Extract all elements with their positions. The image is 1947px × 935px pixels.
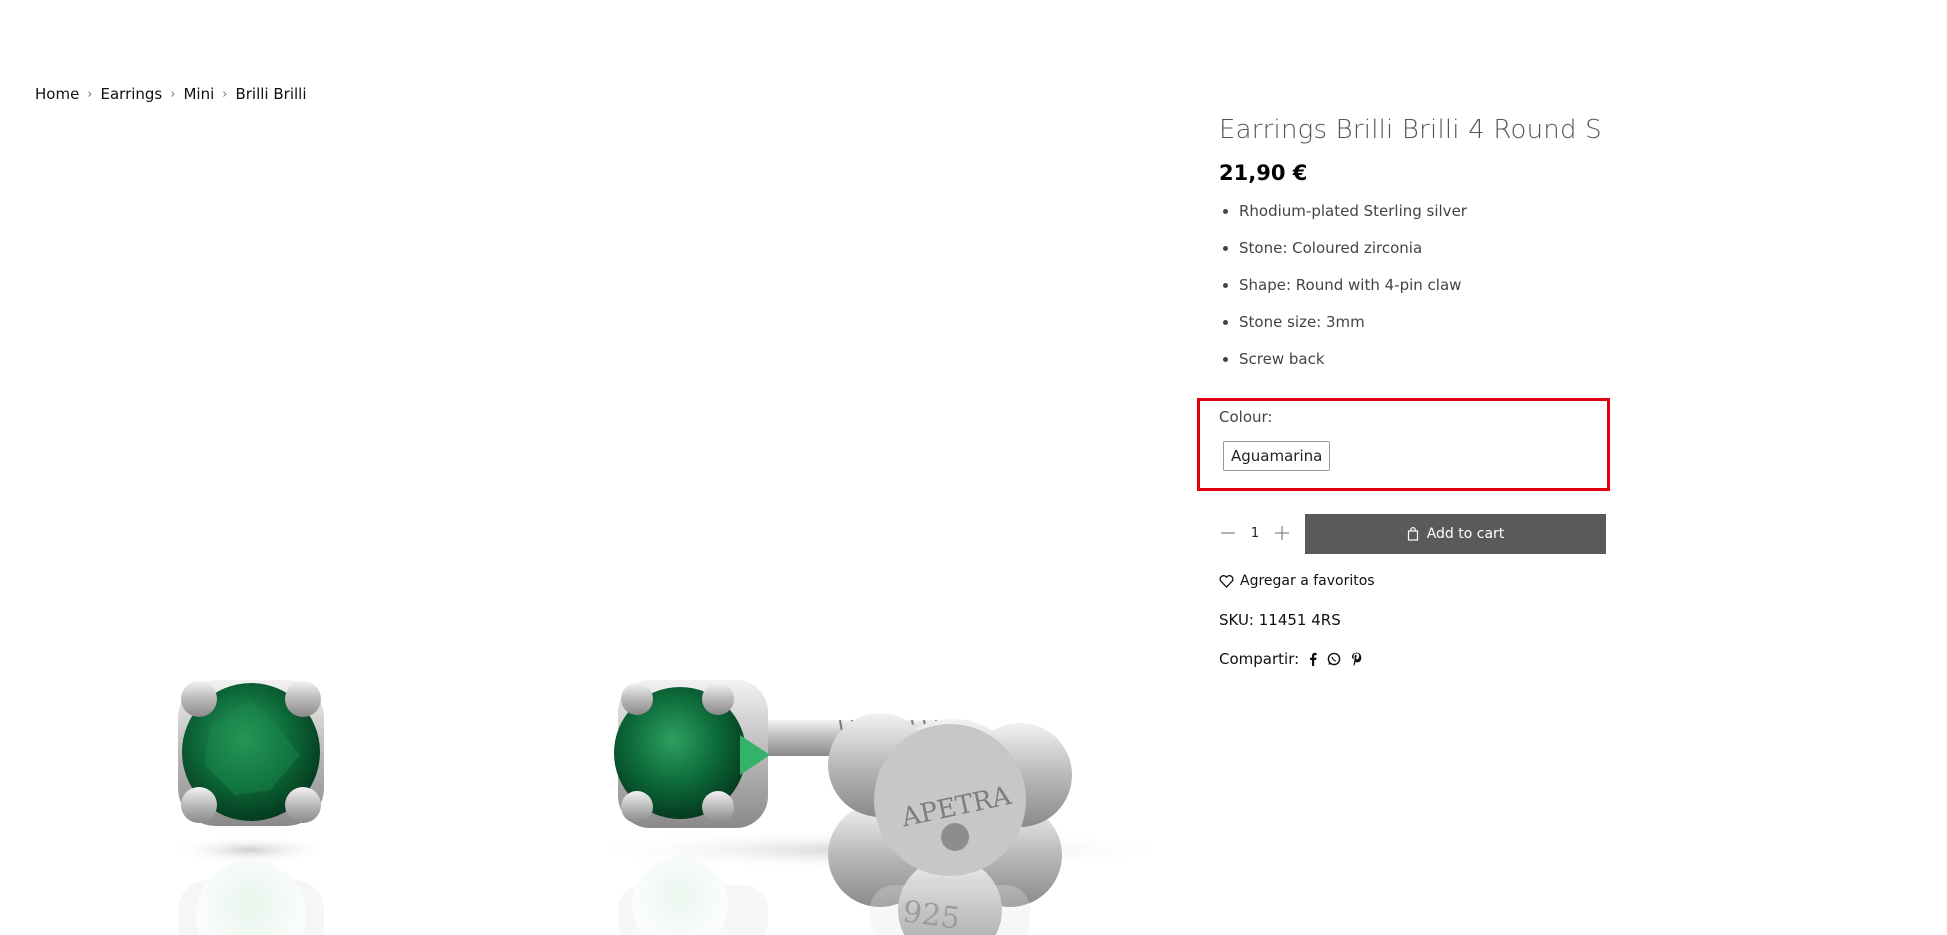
product-info: Earrings Brilli Brilli 4 Round S 21,90 €… [1219,115,1639,388]
product-price: 21,90 € [1219,161,1308,185]
feature-item: Screw back [1239,351,1639,368]
feature-list: Rhodium-plated Sterling silver Stone: Co… [1219,203,1639,368]
earring-side: APETRA 925 [580,680,1180,935]
plus-icon[interactable] [1273,524,1291,542]
chevron-right-icon: › [87,86,93,102]
product-image[interactable]: APETRA 925 [0,115,1190,935]
feature-item: Stone: Coloured zirconia [1239,240,1639,257]
quantity-value[interactable]: 1 [1251,526,1259,541]
feature-item: Shape: Round with 4-pin claw [1239,277,1639,294]
heart-icon [1219,574,1234,588]
feature-item: Rhodium-plated Sterling silver [1239,203,1639,220]
breadcrumb-current: Brilli Brilli [235,85,307,103]
share-row: Compartir: [1219,650,1362,668]
minus-icon[interactable] [1219,524,1237,542]
quantity-stepper: 1 [1219,513,1291,553]
chevron-right-icon: › [170,86,176,102]
breadcrumb: Home › Earrings › Mini › Brilli Brilli [35,85,307,103]
pinterest-icon[interactable] [1351,652,1362,666]
add-to-cart-button[interactable]: Add to cart [1305,514,1606,554]
product-title: Earrings Brilli Brilli 4 Round S [1219,115,1602,145]
shopping-bag-icon [1407,527,1419,541]
earrings-illustration: APETRA 925 [170,680,1180,935]
product-sku: SKU: 11451 4RS [1219,611,1341,629]
breadcrumb-earrings[interactable]: Earrings [101,85,163,103]
share-label: Compartir: [1219,650,1300,668]
colour-label: Colour: [1219,408,1273,426]
earring-front [170,680,330,935]
add-to-cart-label: Add to cart [1426,526,1505,542]
add-to-favorites-link[interactable]: Agregar a favoritos [1219,573,1375,589]
breadcrumb-home[interactable]: Home [35,85,79,103]
colour-option-aguamarina[interactable]: Aguamarina [1223,441,1331,471]
breadcrumb-mini[interactable]: Mini [183,85,214,103]
whatsapp-icon[interactable] [1327,652,1341,666]
facebook-icon[interactable] [1309,652,1317,666]
feature-item: Stone size: 3mm [1239,314,1639,331]
chevron-right-icon: › [222,86,228,102]
favorite-label: Agregar a favoritos [1240,573,1375,589]
